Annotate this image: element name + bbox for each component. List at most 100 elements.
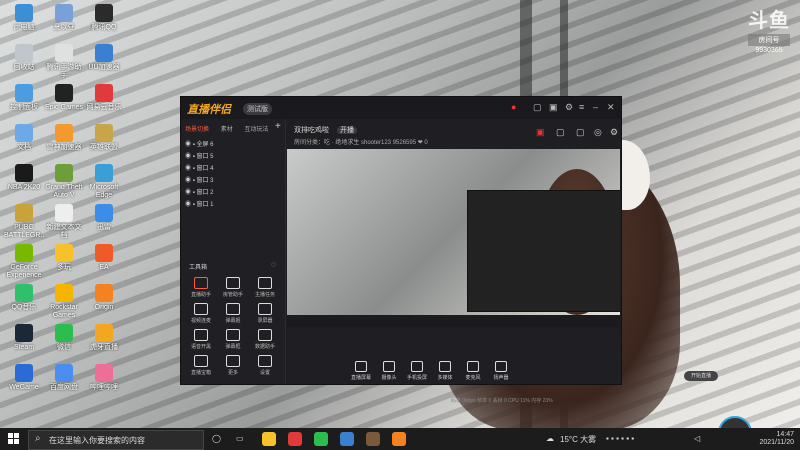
task-view-icon[interactable]: ▭ [236, 434, 244, 443]
desktop-icon[interactable]: 网易云音乐 [84, 84, 124, 112]
avatar-icon[interactable]: ● [511, 102, 516, 112]
control-button[interactable]: 直播屏幕 [346, 361, 376, 381]
browser-icon[interactable] [340, 432, 354, 446]
share-icon[interactable]: ▣ [536, 127, 545, 138]
bell-icon[interactable]: ◎ [594, 127, 602, 138]
lock-icon[interactable]: ▪ [193, 190, 195, 196]
tool-button[interactable]: 弹幕姬 [219, 303, 247, 324]
eye-icon[interactable]: ◉ [185, 202, 191, 208]
camera-icon[interactable]: ▢ [576, 127, 585, 138]
desktop-icon[interactable]: 腾讯QQ [84, 4, 124, 32]
control-button[interactable]: 多媒体 [430, 361, 460, 381]
control-button[interactable]: 扬声器 [486, 361, 516, 381]
eye-icon[interactable]: ◉ [185, 166, 191, 172]
tab-interactive[interactable]: 互动玩法 [244, 127, 268, 133]
desktop-icon[interactable]: Epic Games [44, 84, 84, 112]
lock-icon[interactable]: ▪ [193, 166, 195, 172]
live-companion-icon[interactable] [392, 432, 406, 446]
gear-icon[interactable]: ⚙ [610, 127, 618, 138]
desktop-icon[interactable]: Microsoft Edge [84, 164, 124, 200]
desktop-icon[interactable]: Grand Theft Auto V [44, 164, 84, 200]
desktop-icon[interactable]: 迅雷 [84, 204, 124, 232]
scene-item[interactable]: ◉ ▪ 窗口 2 [185, 187, 214, 196]
tool-button[interactable]: 数据助手 [251, 329, 279, 350]
minimize-icon[interactable]: – [593, 102, 598, 112]
volume-icon[interactable]: ◁ [694, 434, 700, 443]
tool-button[interactable]: 弹幕框 [219, 329, 247, 350]
desktop-icon[interactable]: WeGame [4, 364, 44, 392]
weather-icon[interactable]: ☁ [546, 434, 554, 443]
desktop-icon[interactable]: 此电脑 [4, 4, 44, 32]
desktop-icon[interactable]: 夏以昼 [44, 4, 84, 32]
desktop-icon[interactable]: PUBG BATTLEGR.. [4, 204, 44, 240]
tool-button[interactable]: 录屏器 [251, 303, 279, 324]
desktop-icon[interactable]: 雷神加速器 [44, 124, 84, 152]
desktop-icon[interactable]: 腾讯手游助手 [44, 44, 84, 80]
tab-sources[interactable]: 素材 [221, 127, 233, 133]
add-scene-icon[interactable]: + [275, 121, 281, 132]
desktop-icon[interactable]: 虎牙直播 [84, 324, 124, 352]
tool-button[interactable]: 设置 [251, 355, 279, 376]
desktop-icon[interactable]: 百度网盘 [44, 364, 84, 392]
desktop-icon[interactable]: 哔哩哔哩 [84, 364, 124, 392]
desktop-icon[interactable]: 新建文本文档 [44, 204, 84, 240]
desktop-icon[interactable]: QQ音乐 [4, 284, 44, 312]
lock-icon[interactable]: ▪ [193, 142, 195, 148]
task-view-icon[interactable]: ◯ [212, 434, 221, 443]
eye-icon[interactable]: ◉ [185, 190, 191, 196]
taskbar-search[interactable]: ⌕ 在这里输入你要搜索的内容 [28, 430, 204, 450]
tool-button[interactable]: 语音开黑 [187, 329, 215, 350]
tab-scenes[interactable]: 场景切换 [185, 127, 209, 133]
desktop-icon[interactable]: 英雄联盟 [84, 124, 124, 152]
scene-item[interactable]: ◉ ▪ 窗口 5 [185, 151, 214, 160]
scene-item[interactable]: ◉ ▪ 窗口 4 [185, 163, 214, 172]
desktop-icon[interactable]: 微信 [44, 324, 84, 352]
tools-settings-icon[interactable]: ◌ [271, 260, 276, 269]
control-button[interactable]: 摄像头 [374, 361, 404, 381]
desktop-icon[interactable]: NBA 2K20 [4, 164, 44, 192]
close-icon[interactable]: ✕ [607, 102, 615, 113]
control-button[interactable]: 手机投屏 [402, 361, 432, 381]
gift-icon[interactable]: ▣ [549, 102, 558, 113]
tool-button[interactable]: 直播助手 [187, 277, 215, 298]
tray-icons[interactable]: ▪ ▪ ▪ ▪ ▪ ▪ [606, 434, 634, 443]
weather-text[interactable]: 15°C 大雾 [560, 434, 596, 445]
room-tag[interactable]: 开播 [336, 127, 357, 134]
menu-icon[interactable]: ≡ [579, 102, 584, 112]
message-icon[interactable]: ▢ [533, 102, 542, 113]
record-icon[interactable]: ▢ [556, 127, 565, 138]
wechat-icon[interactable] [314, 432, 328, 446]
desktop-icon[interactable]: 多玩 [44, 244, 84, 272]
eye-icon[interactable]: ◉ [185, 178, 191, 184]
tool-button[interactable]: 主播任务 [251, 277, 279, 298]
netease-music-icon[interactable] [288, 432, 302, 446]
desktop-icon[interactable]: 控制面板 [4, 84, 44, 112]
desktop-icon[interactable]: GeForce Experience [4, 244, 44, 280]
lock-icon[interactable]: ▪ [193, 178, 195, 184]
eye-icon[interactable]: ◉ [185, 142, 191, 148]
windows-start-icon[interactable] [8, 433, 20, 445]
taskbar-clock[interactable]: 14:47 2021/11/20 [748, 431, 794, 447]
desktop-icon[interactable]: UU加速器 [84, 44, 124, 72]
scene-item[interactable]: ◉ ▪ 窗口 1 [185, 199, 214, 208]
qq-music-icon[interactable] [262, 432, 276, 446]
desktop-icon[interactable]: 文档 [4, 124, 44, 152]
desktop-icon[interactable]: Origin [84, 284, 124, 312]
start-live-button[interactable]: 开始直播 [684, 371, 718, 381]
game-icon[interactable] [366, 432, 380, 446]
scene-item[interactable]: ◉ ▪ 全屏 6 [185, 139, 214, 148]
control-button[interactable]: 麦克风 [458, 361, 488, 381]
desktop-icon[interactable]: EA [84, 244, 124, 272]
tool-button[interactable]: 房管助手 [219, 277, 247, 298]
tool-button[interactable]: 视频连麦 [187, 303, 215, 324]
desktop-icon[interactable]: 回收站 [4, 44, 44, 72]
scene-item[interactable]: ◉ ▪ 窗口 3 [185, 175, 214, 184]
tool-button[interactable]: 直播宝箱 [187, 355, 215, 376]
eye-icon[interactable]: ◉ [185, 154, 191, 160]
settings-icon[interactable]: ⚙ [565, 102, 573, 113]
lock-icon[interactable]: ▪ [193, 154, 195, 160]
desktop-icon[interactable]: Steam [4, 324, 44, 352]
lock-icon[interactable]: ▪ [193, 202, 195, 208]
tool-button[interactable]: 更多 [219, 355, 247, 376]
desktop-icon[interactable]: Rockstar Games [44, 284, 84, 320]
